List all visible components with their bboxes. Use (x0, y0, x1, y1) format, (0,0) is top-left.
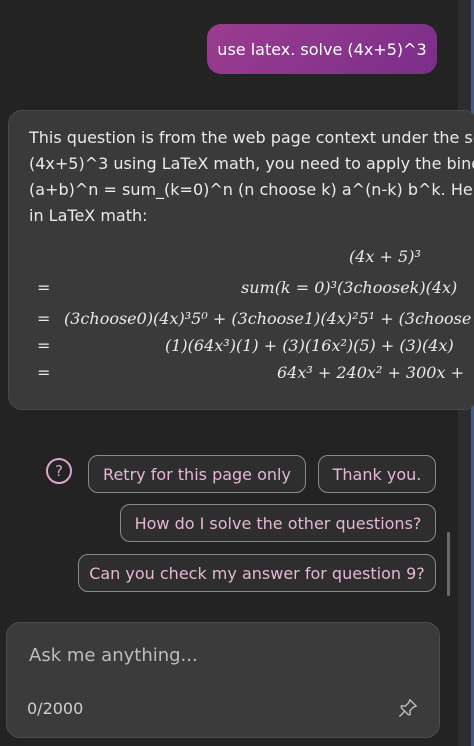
question-circle-icon[interactable]: ? (46, 458, 72, 484)
user-message-text: use latex. solve (4x+5)^3 (217, 39, 427, 59)
response-line: This question is from the web page conte… (29, 128, 474, 147)
math-line-5: 64x³ + 240x² + 300x + (277, 363, 464, 382)
suggestion-thanks-button[interactable]: Thank you. (318, 455, 436, 493)
assistant-response-text: This question is from the web page conte… (29, 125, 474, 229)
suggestion-label: Retry for this page only (103, 464, 291, 484)
math-line-4: (1)(64x³)(1) + (3)(16x²)(5) + (3)(4x) (165, 336, 454, 355)
suggestion-check-answer-button[interactable]: Can you check my answer for question 9? (78, 554, 436, 592)
response-line: (4x+5)^3 using LaTeX math, you need to a… (29, 154, 474, 173)
math-equals: = (37, 309, 51, 328)
math-equals: = (37, 363, 51, 382)
suggestion-label: Thank you. (332, 464, 422, 484)
math-line-2: sum(k = 0)³(3choosek)(4x) (241, 278, 458, 297)
user-message-bubble: use latex. solve (4x+5)^3 (207, 24, 437, 74)
chat-input-box: 0/2000 (6, 622, 440, 738)
scrollbar-thumb[interactable] (447, 532, 450, 596)
suggestion-label: How do I solve the other questions? (134, 513, 422, 533)
chat-input[interactable] (27, 639, 411, 671)
suggestion-retry-button[interactable]: Retry for this page only (88, 455, 306, 493)
assistant-response-card: This question is from the web page conte… (8, 110, 474, 410)
math-equals: = (37, 336, 51, 355)
math-line-1: (4x + 5)³ (349, 247, 421, 266)
response-line: in LaTeX math: (29, 206, 148, 225)
suggestion-other-questions-button[interactable]: How do I solve the other questions? (120, 504, 436, 542)
pin-icon[interactable] (397, 697, 419, 719)
math-line-3: (3choose0)(4x)³5⁰ + (3choose1)(4x)²5¹ + … (64, 309, 472, 328)
math-equals: = (37, 278, 51, 297)
suggestion-label: Can you check my answer for question 9? (89, 563, 425, 583)
character-counter: 0/2000 (27, 699, 84, 718)
response-line: (a+b)^n = sum_(k=0)^n (n choose k) a^(n-… (29, 180, 474, 199)
